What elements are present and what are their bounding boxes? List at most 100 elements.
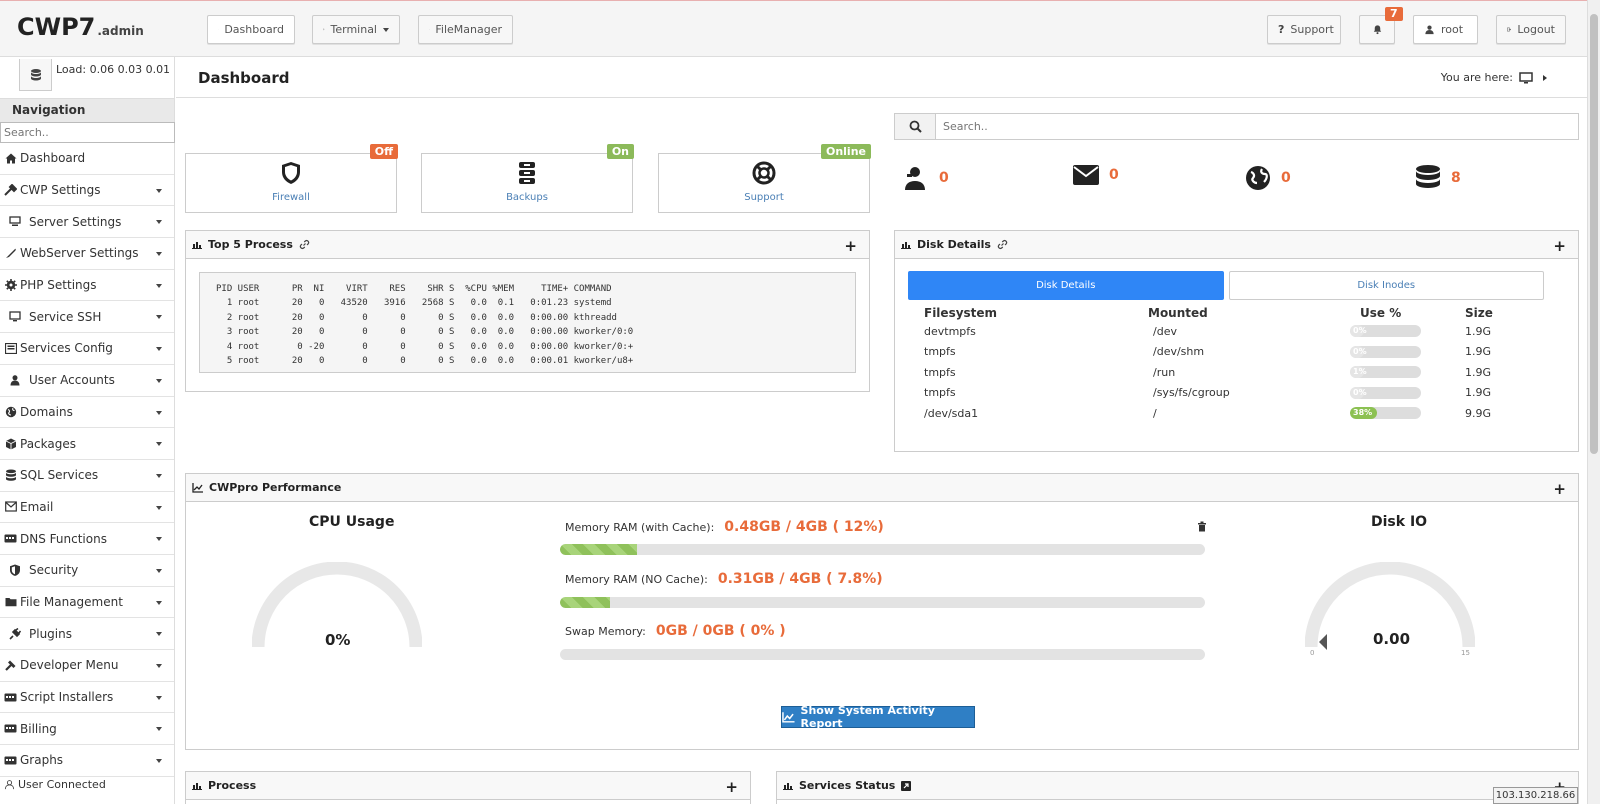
- usage-fill: 0%: [1350, 325, 1367, 337]
- sidebar-item-security[interactable]: Security: [0, 555, 174, 587]
- sidebar-item-webserver-settings[interactable]: WebServer Settings: [0, 238, 174, 270]
- sidebar-item-billing[interactable]: Billing: [0, 713, 174, 746]
- sidebar-item-services-config[interactable]: Services Config: [0, 333, 174, 365]
- breadcrumb: You are here:: [1441, 71, 1547, 84]
- search-button[interactable]: [895, 114, 936, 139]
- logout-button[interactable]: Logout: [1496, 15, 1566, 44]
- mounted-cell: /: [1153, 406, 1157, 420]
- usage-bar: 1%: [1350, 366, 1421, 378]
- user-connected[interactable]: User Connected: [4, 778, 106, 791]
- sidebar-item-label: Graphs: [20, 753, 64, 768]
- search-input[interactable]: [937, 114, 1577, 139]
- link-icon[interactable]: [299, 239, 310, 250]
- tab-disk-inodes[interactable]: Disk Inodes: [1228, 271, 1544, 300]
- link-icon[interactable]: [997, 239, 1008, 250]
- domains-counter[interactable]: 0: [1244, 164, 1291, 192]
- user-icon: [1425, 25, 1434, 35]
- sidebar-item-php-settings[interactable]: PHP Settings: [0, 270, 174, 302]
- system-activity-report-button[interactable]: Show System Activity Report: [781, 704, 975, 730]
- bar-chart-icon: [783, 783, 793, 790]
- usage-bar: 0%: [1350, 325, 1421, 337]
- terminal-button[interactable]: Terminal: [312, 15, 400, 44]
- expand-plus-icon[interactable]: +: [725, 778, 738, 796]
- sidebar-item-dashboard[interactable]: Dashboard: [0, 143, 174, 175]
- memory-nocache-row: Memory RAM (NO Cache): 0.31GB / 4GB ( 7.…: [565, 571, 883, 587]
- sidebar-item-sql-services[interactable]: SQL Services: [0, 460, 174, 492]
- bell-icon: [1373, 25, 1381, 35]
- disk-io-min: 0: [1310, 649, 1315, 657]
- chevron-down-icon: [156, 473, 162, 478]
- chevron-down-icon: [156, 568, 162, 573]
- filemanager-button[interactable]: FileManager: [418, 15, 513, 44]
- usage-bar: 38%: [1350, 407, 1421, 419]
- support-button[interactable]: ? Support: [1267, 15, 1341, 44]
- disk-tabs: Disk Details Disk Inodes: [908, 271, 1544, 300]
- sidebar-item-label: Developer Menu: [20, 658, 119, 673]
- notification-badge: 7: [1385, 7, 1403, 21]
- archive-icon: [519, 162, 535, 184]
- mounted-cell: /sys/fs/cgroup: [1153, 386, 1230, 399]
- users-counter[interactable]: 0: [902, 164, 949, 192]
- sidebar-item-label: WebServer Settings: [20, 246, 139, 261]
- sidebar-item-file-management[interactable]: File Management: [0, 587, 174, 619]
- expand-plus-icon[interactable]: +: [1553, 237, 1566, 255]
- bar-chart-icon: [192, 783, 202, 790]
- user-menu-button[interactable]: root: [1413, 15, 1478, 44]
- app-logo[interactable]: CWP7 .admin: [17, 13, 144, 41]
- sidebar-item-domains[interactable]: Domains: [0, 397, 174, 429]
- tab-disk-details[interactable]: Disk Details: [908, 271, 1224, 300]
- sidebar-item-dns-functions[interactable]: DNS Functions: [0, 523, 174, 555]
- sidebar-item-graphs[interactable]: Graphs: [0, 745, 174, 777]
- sidebar-item-email[interactable]: Email: [0, 492, 174, 524]
- cpu-usage-title: CPU Usage: [309, 514, 395, 530]
- cubes-icon: [4, 438, 17, 450]
- chevron-down-icon: [383, 27, 389, 32]
- sidebar-item-developer-menu[interactable]: Developer Menu: [0, 650, 174, 682]
- column-header: Size: [1465, 306, 1493, 320]
- swap-memory-bar: [560, 649, 1205, 660]
- emails-counter[interactable]: 0: [1072, 164, 1119, 186]
- process-panel: Process +: [185, 771, 751, 804]
- database-icon[interactable]: [19, 59, 52, 91]
- sidebar-item-service-ssh[interactable]: Service SSH: [0, 301, 174, 334]
- sidebar-item-label: Dashboard: [20, 151, 86, 166]
- dashboard-button[interactable]: Dashboard: [207, 15, 295, 44]
- scrollbar-thumb[interactable]: [1590, 14, 1598, 454]
- sidebar-item-label: Services Config: [20, 341, 113, 356]
- firewall-status[interactable]: Firewall Off: [185, 144, 398, 213]
- trash-icon[interactable]: [1197, 521, 1207, 532]
- process-row: 1 root 20 0 43520 3916 2568 S 0.0 0.1 0:…: [216, 298, 612, 309]
- process-row: 4 root 0 -20 0 0 0 S 0.0 0.0 0:00.00 kwo…: [216, 341, 634, 352]
- sidebar-item-packages[interactable]: Packages: [0, 428, 174, 460]
- nav-search-input[interactable]: [0, 122, 175, 143]
- question-icon: ?: [1278, 23, 1285, 36]
- expand-plus-icon[interactable]: +: [1553, 480, 1566, 498]
- support-status[interactable]: Support Online: [658, 144, 871, 213]
- sidebar-item-label: CWP Settings: [20, 183, 101, 198]
- databases-counter[interactable]: 8: [1414, 164, 1461, 192]
- chevron-down-icon: [156, 410, 162, 415]
- chevron-down-icon: [156, 283, 162, 288]
- tools-icon: [4, 184, 17, 196]
- size-cell: 1.9G: [1465, 365, 1492, 379]
- page-scrollbar[interactable]: [1587, 0, 1600, 804]
- shield-icon: [282, 162, 300, 184]
- external-link-icon[interactable]: [901, 780, 912, 791]
- chevron-down-icon: [156, 378, 162, 383]
- sidebar-item-script-installers[interactable]: Script Installers: [0, 682, 174, 714]
- sidebar-item-cwp-settings[interactable]: CWP Settings: [0, 175, 174, 207]
- sidebar-item-server-settings[interactable]: Server Settings: [0, 206, 174, 239]
- chevron-down-icon: [156, 220, 162, 225]
- sidebar-item-label: PHP Settings: [20, 278, 97, 293]
- page-title: Dashboard: [198, 69, 290, 87]
- backups-status[interactable]: Backups On: [421, 144, 634, 213]
- disk-io-title: Disk IO: [1371, 514, 1428, 530]
- sidebar-item-user-accounts[interactable]: User Accounts: [0, 365, 174, 397]
- monitor-icon[interactable]: [1519, 71, 1533, 84]
- expand-plus-icon[interactable]: +: [844, 237, 857, 255]
- database-icon: [4, 469, 17, 482]
- server-load: Load: 0.06 0.03 0.01: [56, 63, 171, 76]
- column-header: Mounted: [1148, 306, 1208, 320]
- sidebar-item-plugins[interactable]: Plugins: [0, 618, 174, 650]
- database-icon: [1416, 165, 1440, 188]
